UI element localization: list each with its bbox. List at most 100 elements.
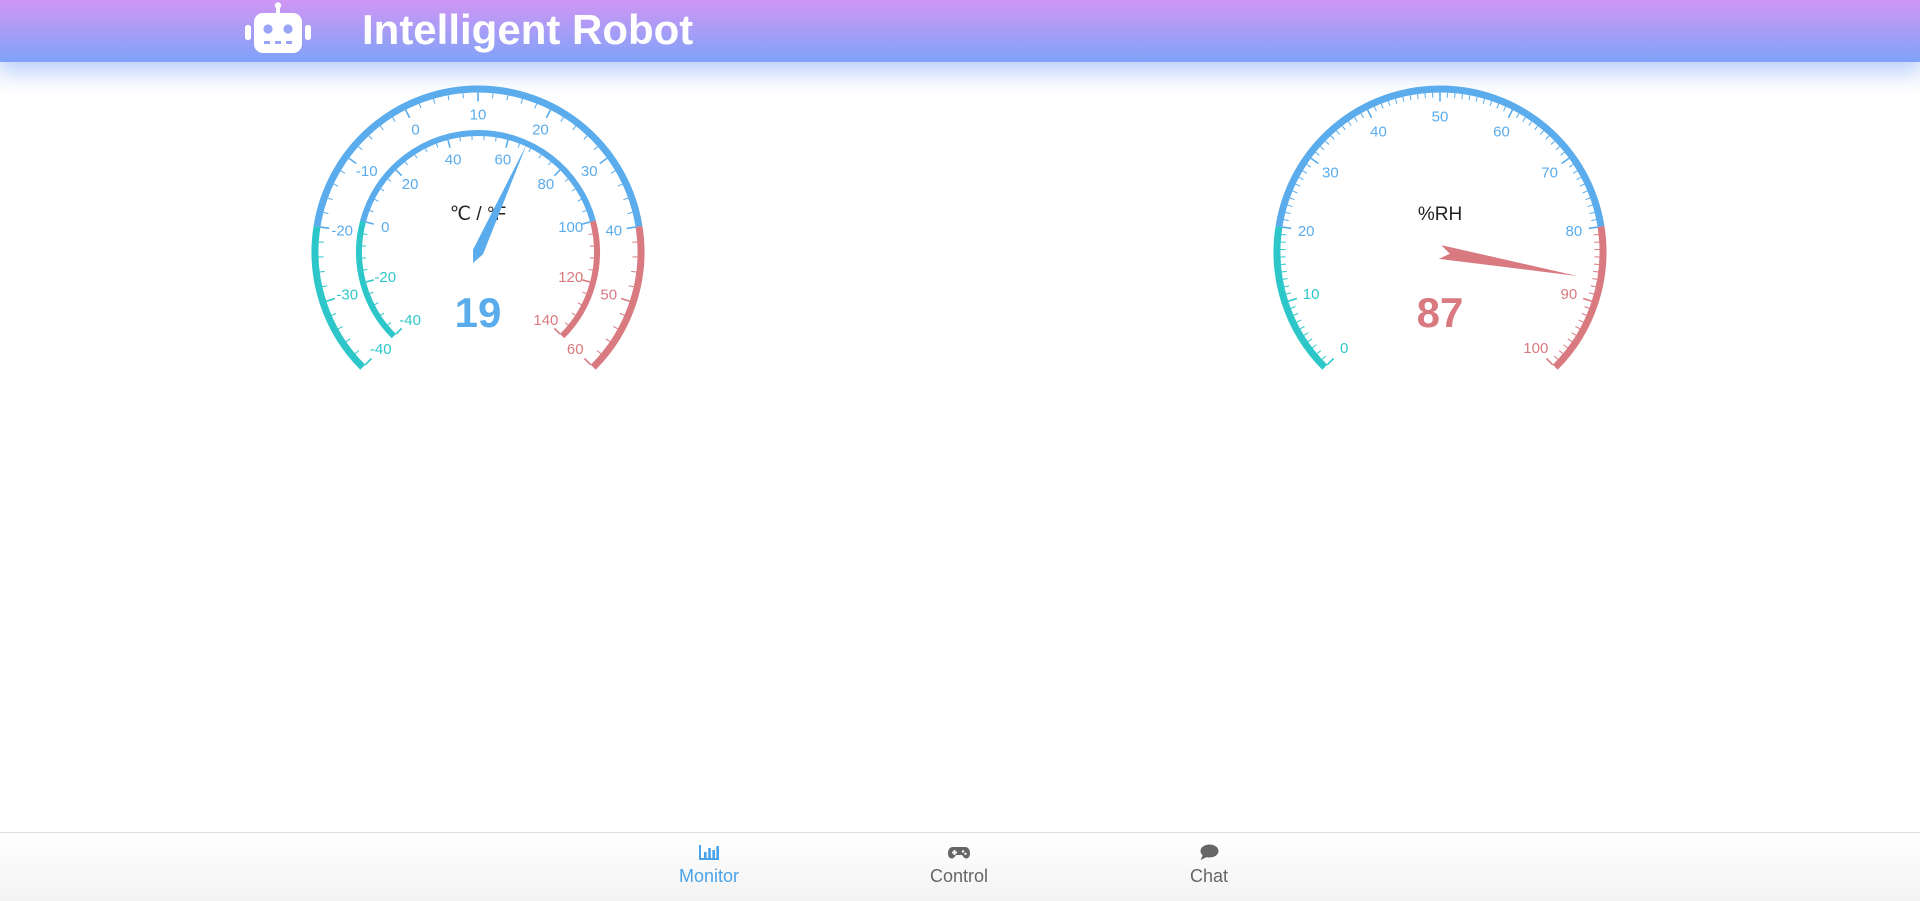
bottom-nav: Monitor Control Chat xyxy=(0,832,1920,901)
humidity-tick xyxy=(1572,333,1576,336)
temperature-value: 19 xyxy=(455,289,502,336)
humidity-tick xyxy=(1579,320,1583,322)
humidity-tick xyxy=(1580,184,1585,186)
humidity-tick xyxy=(1564,345,1568,348)
celsius-tick xyxy=(521,99,522,104)
humidity-tick xyxy=(1288,299,1297,302)
bar-chart-icon xyxy=(698,843,720,861)
humidity-gauge-svg: 0102030405060708090100 %RH 87 xyxy=(1260,72,1620,382)
celsius-tick xyxy=(358,147,362,150)
humidity-tick-label: 40 xyxy=(1370,123,1387,140)
humidity-tick xyxy=(1535,126,1538,130)
humidity-tick xyxy=(1300,326,1304,328)
humidity-tick xyxy=(1554,356,1558,359)
humidity-tick xyxy=(1361,113,1363,117)
humidity-tick xyxy=(1291,307,1296,309)
nav-item-monitor[interactable]: Monitor xyxy=(629,833,789,901)
fahrenheit-tick xyxy=(436,144,437,148)
celsius-tick xyxy=(380,126,383,130)
celsius-tick xyxy=(328,198,333,200)
celsius-tick xyxy=(507,95,508,100)
chat-bubble-icon xyxy=(1198,843,1220,861)
humidity-tick xyxy=(1348,122,1351,126)
humidity-tick xyxy=(1282,271,1287,272)
nav-label-monitor: Monitor xyxy=(679,866,739,887)
nav-item-control[interactable]: Control xyxy=(879,833,1039,901)
fahrenheit-tick xyxy=(565,179,568,182)
humidity-tick xyxy=(1308,339,1312,342)
fahrenheit-tick xyxy=(388,179,391,182)
celsius-tick xyxy=(535,104,537,109)
fahrenheit-tick xyxy=(554,328,560,334)
celsius-tick xyxy=(584,136,587,140)
humidity-tick xyxy=(1368,110,1372,118)
fahrenheit-tick xyxy=(572,313,575,315)
humidity-tick xyxy=(1288,205,1293,206)
fahrenheit-tick xyxy=(396,170,402,176)
humidity-tick xyxy=(1561,152,1565,155)
celsius-tick xyxy=(620,313,625,315)
fahrenheit-tick xyxy=(548,162,551,165)
humidity-tick xyxy=(1469,95,1470,100)
celsius-tick xyxy=(341,171,345,174)
humidity-tick xyxy=(1336,131,1339,135)
humidity-tick-label: 50 xyxy=(1432,109,1449,126)
app-header: Intelligent Robot xyxy=(0,0,1920,62)
humidity-tick xyxy=(1583,299,1592,302)
humidity-tick xyxy=(1577,177,1581,179)
fahrenheit-tick xyxy=(529,149,531,153)
fahrenheit-tick xyxy=(388,322,391,325)
humidity-tick xyxy=(1297,320,1301,322)
humidity-tick xyxy=(1294,313,1299,315)
humidity-gauge: 0102030405060708090100 %RH 87 xyxy=(1260,72,1620,382)
celsius-tick-label: -20 xyxy=(331,222,353,239)
humidity-tick-label: 80 xyxy=(1565,223,1582,240)
humidity-tick xyxy=(1317,350,1321,353)
humidity-tick xyxy=(1304,333,1308,336)
fahrenheit-tick xyxy=(572,189,575,191)
celsius-tick-label: 10 xyxy=(470,107,487,124)
fahrenheit-tick xyxy=(396,328,402,334)
humidity-tick xyxy=(1476,97,1477,102)
celsius-tick xyxy=(406,110,410,118)
celsius-tick-label: 30 xyxy=(581,163,598,180)
celsius-tick-label: 40 xyxy=(605,222,622,239)
fahrenheit-tick xyxy=(448,140,450,148)
fahrenheit-tick xyxy=(366,280,374,282)
celsius-tick xyxy=(597,350,601,353)
fahrenheit-tick xyxy=(415,155,417,158)
humidity-tick xyxy=(1559,350,1563,353)
fahrenheit-tick xyxy=(506,140,508,148)
fahrenheit-tick-label: 40 xyxy=(445,151,462,168)
temperature-gauge: -40-30-20-100102030405060 -40-2002040608… xyxy=(300,72,660,382)
fahrenheit-tick xyxy=(583,210,587,211)
fahrenheit-tick xyxy=(370,292,374,293)
humidity-tick xyxy=(1327,358,1333,364)
humidity-tick xyxy=(1283,279,1288,280)
humidity-tick xyxy=(1591,220,1596,221)
nav-item-chat[interactable]: Chat xyxy=(1129,833,1289,901)
celsius-tick-label: 20 xyxy=(532,121,549,138)
celsius-tick xyxy=(561,117,564,121)
celsius-tick xyxy=(369,136,372,140)
humidity-tick xyxy=(1590,212,1595,213)
celsius-tick xyxy=(573,126,576,130)
fahrenheit-tick xyxy=(425,149,427,153)
celsius-tick xyxy=(618,184,623,186)
humidity-tick xyxy=(1540,131,1543,135)
humidity-tick xyxy=(1589,227,1598,228)
humidity-tick xyxy=(1594,235,1599,236)
humidity-tick xyxy=(1575,326,1579,328)
fahrenheit-tick xyxy=(582,222,590,224)
celsius-tick xyxy=(629,286,634,287)
humidity-tick xyxy=(1497,104,1499,109)
fahrenheit-tick xyxy=(381,189,384,191)
humidity-tick xyxy=(1342,126,1345,130)
app-title: Intelligent Robot xyxy=(362,4,693,56)
celsius-tick xyxy=(393,117,396,121)
fahrenheit-tick xyxy=(589,270,593,271)
celsius-tick xyxy=(322,286,327,287)
humidity-tick xyxy=(1316,152,1320,155)
celsius-tick xyxy=(338,326,342,328)
celsius-tick xyxy=(332,313,337,315)
